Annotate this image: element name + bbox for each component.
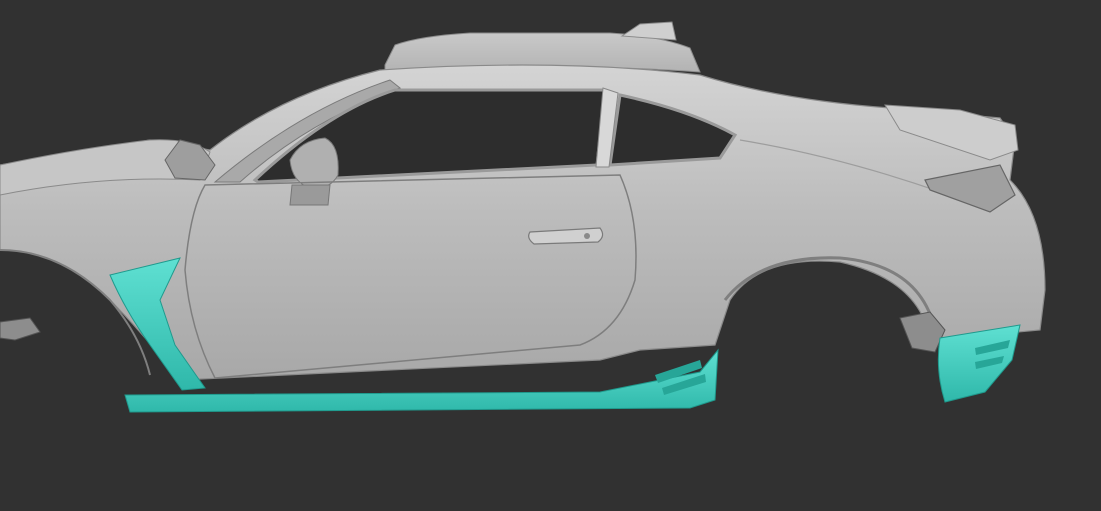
car-render [0,21,1046,413]
mirror-stalk [289,184,331,206]
door-handle-keyhole [584,233,590,239]
3d-viewport[interactable] [0,0,1101,511]
front-hub-detail [0,317,41,341]
